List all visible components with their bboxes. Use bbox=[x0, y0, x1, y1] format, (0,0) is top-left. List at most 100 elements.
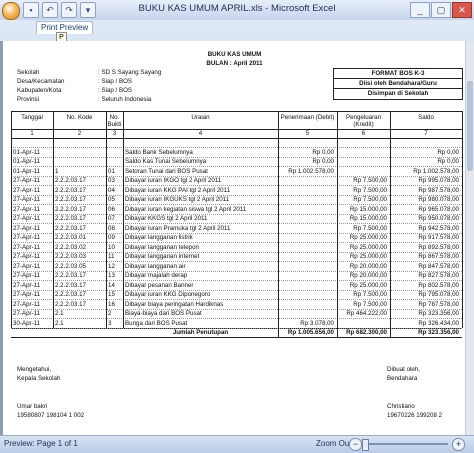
cell-credit: Rp 25.000,00 bbox=[349, 234, 387, 241]
cell-balance: Rp 867.578,00 bbox=[418, 253, 459, 260]
report-title: BUKU KAS UMUM bbox=[207, 51, 262, 58]
cell-balance: Rp 1.002.578,00 bbox=[413, 167, 459, 175]
total-credit: Rp 682.300,00 bbox=[346, 329, 387, 336]
format-box-line2: Disimpan di Sekolah bbox=[367, 90, 429, 97]
cell-description: Saldo Bank Sebelumnya bbox=[125, 148, 193, 156]
cell-credit: Rp 25.000,00 bbox=[349, 243, 387, 251]
zoom-minus-icon[interactable]: − bbox=[349, 438, 362, 451]
column-number: 1 bbox=[30, 130, 34, 137]
cell-date: 27-Apr-11 bbox=[13, 243, 41, 251]
sign-left-nip: 19580807 198104 1 002 bbox=[17, 412, 85, 419]
cell-code: 2.2.2.03.17 bbox=[55, 196, 86, 203]
cell-proof: 11 bbox=[108, 253, 115, 260]
column-border bbox=[106, 111, 107, 328]
cell-description: Bunga dari BOS Pusat bbox=[125, 319, 188, 327]
total-balance: Rp 323.356,00 bbox=[418, 329, 459, 336]
excel-window: ▪ ↶ ↷ ▾ BUKU KAS UMUM APRIL.xls - Micros… bbox=[0, 0, 474, 453]
cell-proof: 2 bbox=[108, 310, 112, 317]
table-border bbox=[11, 138, 462, 139]
cell-date: 27-Apr-11 bbox=[13, 177, 41, 184]
cell-date: 27-Apr-11 bbox=[13, 196, 41, 203]
column-border bbox=[11, 111, 12, 328]
cell-credit: Rp 25.000,00 bbox=[349, 253, 387, 260]
status-bar: Preview: Page 1 of 1 Zoom Out − + bbox=[0, 435, 474, 453]
cell-description: Dibayar iuran kegiatan siswa tgl 2 April… bbox=[125, 205, 247, 213]
cell-date: 27-Apr-11 bbox=[13, 300, 41, 308]
column-header-code: No. Kode bbox=[66, 114, 93, 121]
preview-page-status: Preview: Page 1 of 1 bbox=[4, 439, 78, 448]
cell-balance: Rp 995.078,00 bbox=[418, 177, 459, 184]
info-value: : Seluruh Indonesia bbox=[98, 96, 152, 103]
sign-left-l1: Mengetahui, bbox=[17, 366, 52, 373]
info-label: Desa/Kecamatan bbox=[17, 78, 65, 85]
print-page: BUKU KAS UMUM BULAN : April 2011 Sekolah… bbox=[3, 41, 466, 435]
total-debit: Rp 1.005.656,00 bbox=[287, 329, 334, 336]
minimize-button[interactable]: _ bbox=[410, 2, 430, 18]
format-box-line bbox=[333, 88, 463, 89]
window-title: BUKU KAS UMUM APRIL.xls - Microsoft Exce… bbox=[138, 3, 336, 14]
cell-date: 01-Apr-11 bbox=[13, 148, 41, 156]
cell-code: 2.2.2.03.05 bbox=[55, 262, 86, 270]
cell-proof: 04 bbox=[108, 186, 115, 194]
info-value: : Siap / BOS bbox=[98, 87, 133, 94]
cell-description: Setoran Tunai dari BOS Pusat bbox=[125, 167, 208, 175]
cell-description: Saldo Kas Tunai Sebelumnya bbox=[125, 158, 207, 165]
cell-balance: Rp 0,00 bbox=[437, 148, 459, 156]
cell-date: 01-Apr-11 bbox=[13, 158, 41, 165]
cell-debit: Rp 3.078,00 bbox=[300, 319, 334, 327]
cell-description: Dibayar iuran KKG PAI tgl 2 April 2011 bbox=[125, 186, 231, 194]
column-border bbox=[462, 111, 463, 328]
cell-balance: Rp 917.578,00 bbox=[418, 234, 459, 241]
close-button[interactable]: ✕ bbox=[452, 2, 472, 18]
format-box-title: FORMAT BOS K-3 bbox=[371, 70, 425, 77]
cell-proof: 09 bbox=[108, 234, 115, 241]
cell-date: 27-Apr-11 bbox=[13, 215, 41, 222]
cell-debit: Rp 0,00 bbox=[312, 158, 334, 165]
cell-credit: Rp 20.000,00 bbox=[349, 272, 387, 279]
vertical-scrollbar[interactable] bbox=[465, 41, 474, 435]
zoom-slider[interactable] bbox=[364, 443, 448, 445]
column-number: 7 bbox=[424, 130, 428, 137]
info-value: : SD S Sayang Sayang bbox=[98, 69, 162, 76]
cell-code: 2.2.2.03.02 bbox=[55, 243, 86, 251]
preview-area: BUKU KAS UMUM BULAN : April 2011 Sekolah… bbox=[0, 41, 474, 435]
cell-code: 1 bbox=[55, 167, 59, 175]
cell-description: Dibayar biaya peringatan Hardiknas bbox=[125, 300, 224, 308]
cell-code: 2.2.2.03.17 bbox=[55, 291, 86, 298]
cell-balance: Rp 847.578,00 bbox=[418, 262, 459, 270]
cell-balance: Rp 795.078,00 bbox=[418, 291, 459, 298]
zoom-plus-icon[interactable]: + bbox=[452, 438, 465, 451]
cell-code: 2.2.2.03.17 bbox=[55, 281, 86, 289]
cell-date: 30-Apr-11 bbox=[13, 319, 41, 327]
column-header-debit: Penerimaan (Debit) bbox=[280, 114, 335, 121]
cell-credit: Rp 15.000,00 bbox=[349, 215, 387, 222]
cell-credit: Rp 7.500,00 bbox=[353, 224, 387, 232]
table-border bbox=[11, 336, 462, 338]
report-month: BULAN : April 2011 bbox=[206, 60, 263, 67]
cell-date: 27-Apr-11 bbox=[13, 186, 41, 194]
cell-description: Dibayar iuran IKGO tgl 2 April 2011 bbox=[125, 177, 222, 184]
cell-date: 27-Apr-11 bbox=[13, 310, 41, 317]
cell-proof: 13 bbox=[108, 272, 115, 279]
maximize-button[interactable]: ▢ bbox=[431, 2, 451, 18]
scroll-thumb[interactable] bbox=[467, 81, 473, 171]
cell-proof: 01 bbox=[108, 167, 115, 175]
cell-proof: 03 bbox=[108, 177, 115, 184]
info-value: : Siap / BOS bbox=[98, 78, 133, 85]
zoom-out-label[interactable]: Zoom Out bbox=[316, 439, 352, 448]
sign-right-nip: 19670226 199208 2 bbox=[387, 412, 443, 419]
cell-balance: Rp 323.356,00 bbox=[418, 310, 459, 317]
cell-date: 27-Apr-11 bbox=[13, 262, 41, 270]
cell-code: 2.2.2.03.17 bbox=[55, 300, 86, 308]
column-header-date: Tanggal bbox=[21, 114, 43, 121]
cell-balance: Rp 326.434,00 bbox=[418, 319, 459, 327]
cell-credit: Rp 20.000,00 bbox=[349, 262, 387, 270]
title-bar: ▪ ↶ ↷ ▾ BUKU KAS UMUM APRIL.xls - Micros… bbox=[0, 0, 474, 21]
sign-right-l2: Bendahara bbox=[387, 375, 418, 382]
cell-balance: Rp 942.578,00 bbox=[418, 224, 459, 232]
cell-credit: Rp 464.222,00 bbox=[346, 310, 387, 317]
cell-proof: 15 bbox=[108, 291, 115, 298]
column-number: 2 bbox=[77, 130, 82, 137]
zoom-slider-thumb[interactable] bbox=[362, 439, 369, 451]
cell-description: Dibayar KKGS tgl 2 April 2011 bbox=[125, 215, 208, 222]
